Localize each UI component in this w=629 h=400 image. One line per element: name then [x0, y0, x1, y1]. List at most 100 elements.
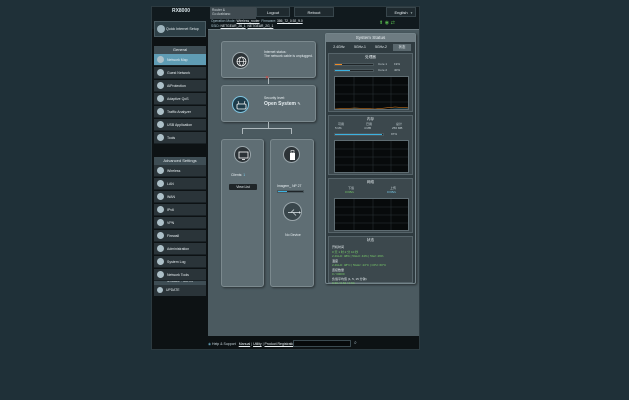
- memory-used-value: 4 MB: [364, 126, 372, 130]
- sidebar-item-aiprotection[interactable]: AiProtection: [154, 80, 206, 92]
- firmware-link[interactable]: 386_72_0.92_9.0: [277, 19, 303, 23]
- sidebar-item-label: Firewall: [167, 234, 180, 238]
- footer-link-utility[interactable]: Utility: [253, 342, 262, 346]
- security-level-value: Open System ✎: [264, 100, 314, 108]
- opmode-link[interactable]: Wireless_router: [236, 19, 259, 23]
- usb-device-name: Imagem_ NP 2T: [277, 184, 302, 188]
- cpu-section: 处理器 Core 1 19% Core 2 40%: [328, 53, 413, 112]
- sidebar-item-vpn[interactable]: VPN: [154, 217, 206, 229]
- ssid-link-1[interactable]: NETGEAR_26_1: [221, 24, 246, 28]
- connection-error-icon: ✕: [265, 75, 270, 81]
- clients-card[interactable]: Clients: 1 View List: [221, 139, 264, 287]
- general-menu-icon: [157, 56, 164, 63]
- sidebar-item-tools[interactable]: Tools: [154, 132, 206, 144]
- sidebar-item-traffic-analyzer[interactable]: Traffic Analyzer: [154, 106, 206, 118]
- faq-search-input[interactable]: [293, 340, 351, 347]
- system-status-title: System Status: [326, 34, 415, 42]
- sidebar-item-label: Tools: [167, 136, 176, 140]
- router-icon: [232, 96, 249, 113]
- cpu-core1-bar: [334, 63, 374, 66]
- reboot-button[interactable]: Reboot: [294, 7, 334, 17]
- sidebar-item-label: WAN: [167, 195, 176, 199]
- ssid-link-2[interactable]: NETGEAR_2G_1: [248, 24, 274, 28]
- sidebar-item-system-log[interactable]: System Log: [154, 256, 206, 268]
- quick-setup-label: Quick Internet Setup: [166, 27, 199, 31]
- info-header: 状态: [366, 238, 375, 242]
- footer-link-manual[interactable]: Manual: [239, 342, 250, 346]
- help-icon: ◉: [208, 342, 212, 346]
- usb-usage-bar: [277, 190, 304, 193]
- opmode-label: Operation Mode:: [211, 19, 236, 23]
- net-tx-value: 0 KB/s: [387, 190, 396, 194]
- model-name: RX8000: [171, 8, 191, 14]
- operation-mode: Operation Mode: Wireless_router Firmware…: [211, 19, 303, 23]
- router-security-card[interactable]: Security level: Open System ✎: [221, 85, 316, 122]
- usb-symbol-icon: [283, 202, 302, 221]
- network-map-panel: Internet status: The network cable is un…: [208, 29, 419, 336]
- info-line-value: 0 天 1 时 2 分 10 秒: [332, 249, 359, 254]
- info-line: 连接数量 0 / 30000: [332, 268, 412, 277]
- advanced-header: Advanced Settings: [154, 157, 206, 165]
- sidebar-item-network-map[interactable]: Network Map: [154, 54, 206, 66]
- search-icon[interactable]: ⌕: [354, 340, 357, 346]
- brand-tag-line2: Go Arabiano: [212, 12, 231, 16]
- sidebar-item-label: Adaptive QoS: [167, 97, 189, 101]
- sidebar-item-label: USB Application: [167, 123, 193, 127]
- sidebar-item-lan[interactable]: LAN: [154, 178, 206, 190]
- sidebar-item-label: AiProtection: [167, 84, 186, 88]
- advanced-menu-icon: [157, 245, 164, 252]
- sidebar-item-usb-application[interactable]: USB Application: [154, 119, 206, 131]
- footer-link-registration[interactable]: Product Registration: [264, 342, 296, 346]
- sidebar-item-administration[interactable]: Administration: [154, 243, 206, 255]
- general-menu-icon: [157, 82, 164, 89]
- sidebar-item-firewall[interactable]: Firewall: [154, 230, 206, 242]
- advanced-menu-icon: [157, 232, 164, 239]
- usb-usage-fill: [278, 191, 287, 192]
- sidebar-item-ipv6[interactable]: IPv6: [154, 204, 206, 216]
- brand-tag: Router & Go Arabiano: [210, 7, 256, 19]
- general-header: General: [154, 46, 206, 54]
- sidebar-item-wan[interactable]: WAN: [154, 191, 206, 203]
- tab-status[interactable]: 状态: [393, 44, 411, 51]
- info-line: 负载平均值 (1, 5, 15 分钟) 0.30 / 0.62 / 0.64: [332, 277, 412, 286]
- internet-status-card[interactable]: Internet status: The network cable is un…: [221, 41, 316, 78]
- info-lines: 开机时间 0 天 1 时 2 分 10 秒 2.4GHz: 48% | 5GHz: …: [332, 245, 412, 286]
- advanced-menu-icon: [157, 206, 164, 213]
- firmware-label: Firmware:: [261, 19, 277, 23]
- internet-status-text: The network cable is unplugged.: [264, 54, 313, 59]
- sidebar-item-wireless[interactable]: Wireless: [154, 165, 206, 177]
- cpu-core1-value: 19%: [394, 62, 401, 66]
- language-select[interactable]: English ▼: [386, 7, 416, 17]
- tab-5ghz-2[interactable]: 5GHz-2: [372, 44, 390, 51]
- sidebar-item-label: VPN: [167, 221, 175, 225]
- ssid-label: SSID:: [211, 24, 220, 28]
- quick-internet-setup-button[interactable]: Quick Internet Setup: [154, 21, 206, 37]
- security-level-text: Open System: [264, 101, 296, 108]
- usb-status-icon[interactable]: ⇄: [391, 20, 397, 26]
- tab-5ghz-1[interactable]: 5GHz-1: [351, 44, 369, 51]
- usb-card[interactable]: Imagem_ NP 2T No Device: [270, 139, 314, 287]
- memory-percent: 97%: [391, 132, 398, 136]
- router-admin-window: RX8000 Router & Go Arabiano Logout Reboo…: [151, 6, 420, 350]
- general-menu-icon: [157, 121, 164, 128]
- info-line-label: 开机时间: [332, 245, 345, 249]
- advanced-menu-icon: [157, 193, 164, 200]
- edit-icon[interactable]: ✎: [297, 101, 300, 106]
- sidebar-item-guest-network[interactable]: Guest Network: [154, 67, 206, 79]
- sidebar-item-adaptive-qos[interactable]: Adaptive QoS: [154, 93, 206, 105]
- advanced-menu-icon: [157, 258, 164, 265]
- network-header: 网络: [366, 180, 375, 184]
- logout-button[interactable]: Logout: [256, 7, 290, 17]
- memory-free-value: 5 Mb: [335, 126, 342, 130]
- general-menu-icon: [157, 134, 164, 141]
- view-list-button[interactable]: View List: [229, 184, 257, 190]
- sidebar-item-network-tools[interactable]: Network Tools: [154, 269, 206, 281]
- sidebar-item-label: Wireless: [167, 169, 181, 173]
- network-traffic-graph: [334, 198, 409, 231]
- usb-drive-icon: [283, 146, 300, 163]
- tab-24ghz[interactable]: 2.4GHz: [330, 44, 348, 51]
- sidebar: Quick Internet Setup General Advanced Se…: [154, 21, 206, 301]
- status-info-section: 状态 开机时间 0 天 1 时 2 分 10 秒 2.4GHz: 48% | 5GH…: [328, 236, 413, 286]
- firmware-update-item[interactable]: UPDATE: [154, 285, 206, 296]
- cpu-core2-bar: [334, 69, 374, 72]
